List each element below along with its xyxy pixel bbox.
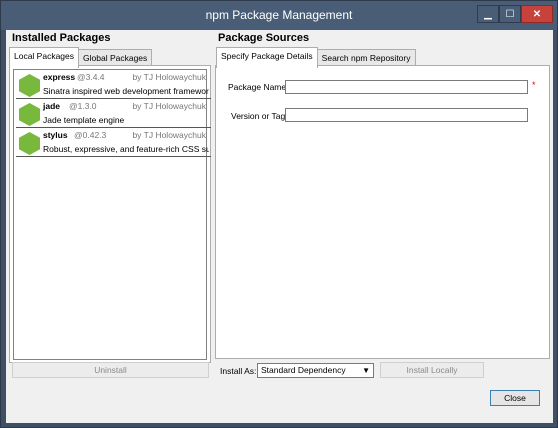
package-name: jade (43, 101, 61, 111)
package-version: @3.4.4 (77, 72, 105, 82)
install-as-select[interactable]: Standard Dependency ▼ (257, 363, 374, 378)
package-item-express[interactable]: express @3.4.4 by TJ Holowaychuk Sinatra… (16, 71, 211, 99)
specify-package-details-panel: Package Name: * Version or Tag: (215, 65, 550, 359)
uninstall-button[interactable]: Uninstall (12, 362, 209, 378)
install-as-label: Install As: (220, 366, 257, 376)
install-locally-button[interactable]: Install Locally (380, 362, 484, 378)
package-name-label: Package Name: (228, 82, 289, 92)
minimize-button[interactable]: ▁ (477, 5, 499, 23)
title-bar[interactable]: npm Package Management ▁ ☐ ✕ (1, 1, 557, 30)
maximize-button[interactable]: ☐ (499, 5, 521, 23)
package-hexagon-icon (19, 103, 40, 126)
window-title: npm Package Management (205, 8, 353, 22)
package-description: Jade template engine (43, 115, 125, 125)
package-name: stylus (43, 130, 68, 140)
tab-specify-package-details[interactable]: Specify Package Details (216, 47, 318, 68)
package-item-stylus[interactable]: stylus @0.42.3 by TJ Holowaychuk Robust,… (16, 129, 211, 157)
installed-packages-header: Installed Packages (12, 32, 111, 44)
close-window-button[interactable]: ✕ (521, 5, 553, 23)
local-packages-panel: express @3.4.4 by TJ Holowaychuk Sinatra… (9, 65, 211, 363)
package-author: by TJ Holowaychuk (132, 130, 206, 140)
package-hexagon-icon (19, 132, 40, 155)
tab-local-packages[interactable]: Local Packages (9, 47, 80, 68)
package-description: Robust, expressive, and feature-rich CSS… (43, 144, 209, 154)
package-hexagon-icon (19, 74, 40, 97)
dialog-body: Installed Packages Local Packages Global… (6, 30, 553, 423)
package-sources-header: Package Sources (218, 32, 310, 44)
required-marker: * (532, 80, 536, 90)
package-version: @0.42.3 (74, 130, 107, 140)
package-list[interactable]: express @3.4.4 by TJ Holowaychuk Sinatra… (13, 69, 211, 360)
version-label: Version or Tag: (231, 111, 288, 121)
npm-package-management-window: npm Package Management ▁ ☐ ✕ Installed P… (0, 0, 558, 428)
package-author: by TJ Holowaychuk (132, 72, 206, 82)
package-item-jade[interactable]: jade @1.3.0 by TJ Holowaychuk Jade templ… (16, 100, 211, 128)
package-name: express (43, 72, 76, 82)
close-button[interactable]: Close (490, 390, 540, 406)
package-description: Sinatra inspired web development framewo… (43, 86, 209, 96)
chevron-down-icon: ▼ (362, 366, 370, 375)
version-input[interactable] (285, 108, 528, 122)
package-name-input[interactable] (285, 80, 528, 94)
install-as-value: Standard Dependency (261, 365, 346, 375)
package-author: by TJ Holowaychuk (132, 101, 206, 111)
package-version: @1.3.0 (69, 101, 97, 111)
